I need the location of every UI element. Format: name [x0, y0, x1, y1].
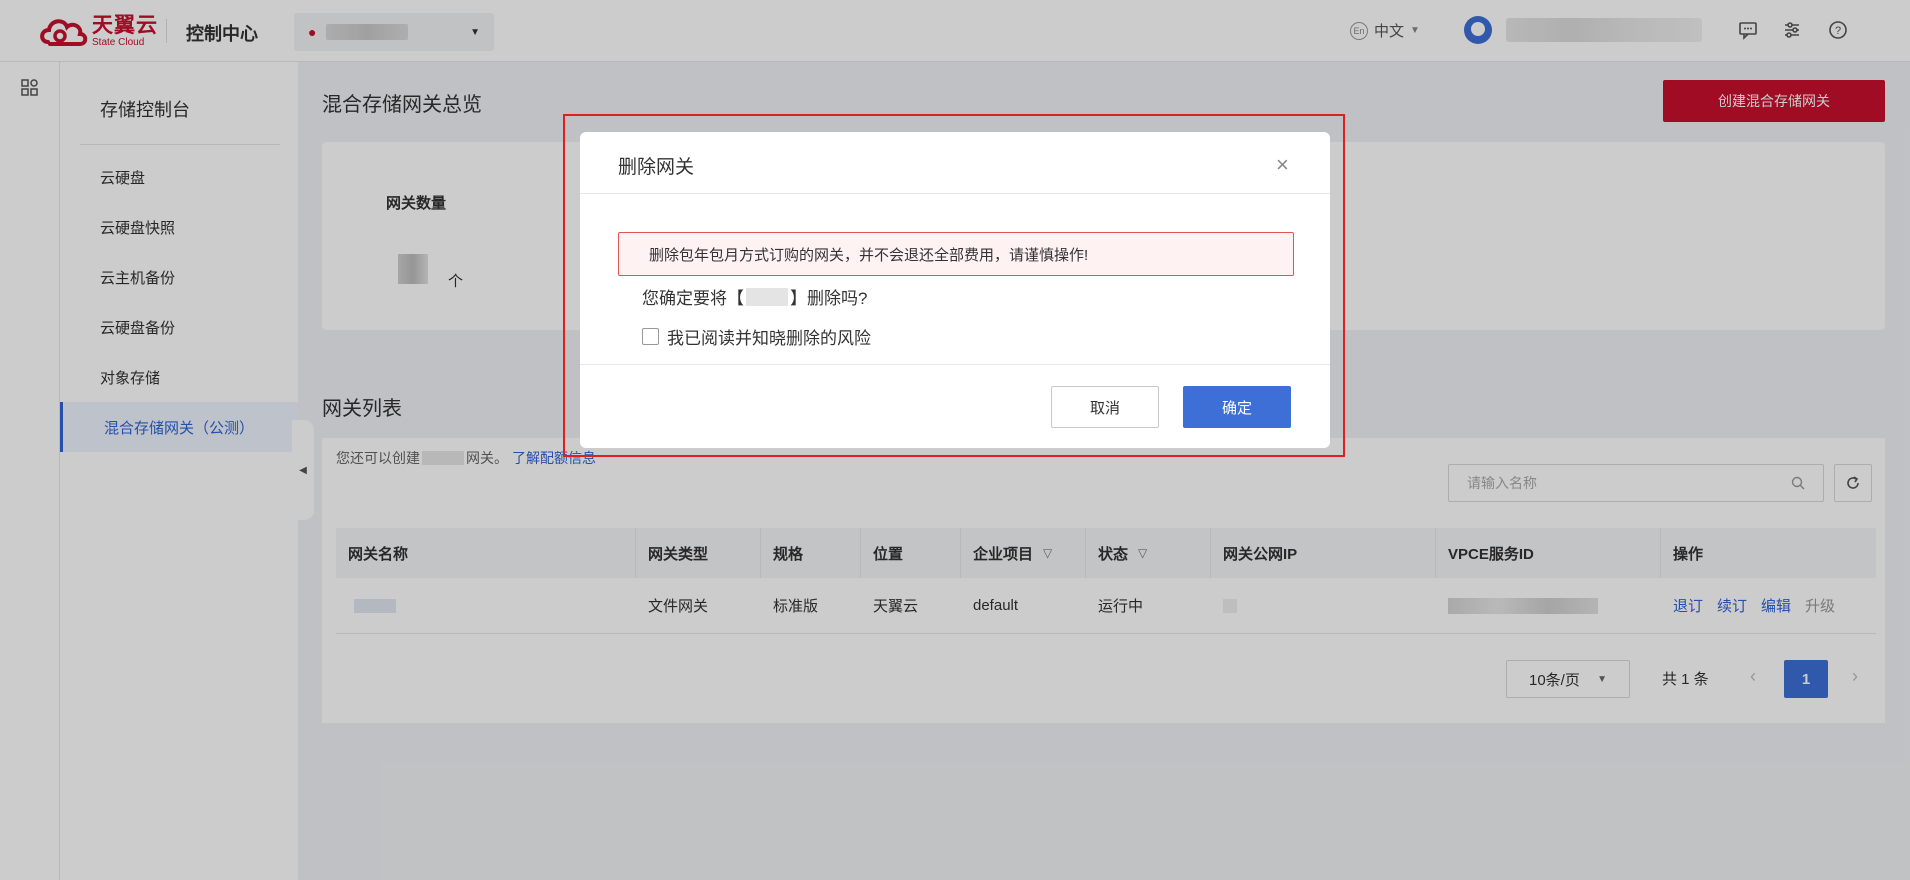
confirm-button[interactable]: 确定 [1183, 386, 1291, 428]
confirm-message: 您确定要将【 】删除吗? [642, 284, 867, 309]
close-icon[interactable]: × [1276, 152, 1289, 178]
dialog-divider [580, 193, 1330, 194]
confirm-prefix: 您确定要将【 [642, 289, 744, 308]
dialog-title: 删除网关 [618, 157, 695, 178]
dialog-divider [580, 364, 1330, 365]
delete-gateway-dialog: 删除网关 × 删除包年包月方式订购的网关，并不会退还全部费用，请谨慎操作! 您确… [580, 132, 1330, 448]
cancel-button[interactable]: 取消 [1051, 386, 1159, 428]
confirm-suffix: 】删除吗? [790, 289, 868, 308]
gateway-name-redacted [746, 287, 788, 306]
risk-ack-label[interactable]: 我已阅读并知晓删除的风险 [667, 324, 871, 349]
warning-banner: 删除包年包月方式订购的网关，并不会退还全部费用，请谨慎操作! [618, 232, 1294, 276]
risk-ack-checkbox-row[interactable]: 我已阅读并知晓删除的风险 [642, 324, 871, 349]
risk-ack-checkbox[interactable] [642, 328, 659, 345]
